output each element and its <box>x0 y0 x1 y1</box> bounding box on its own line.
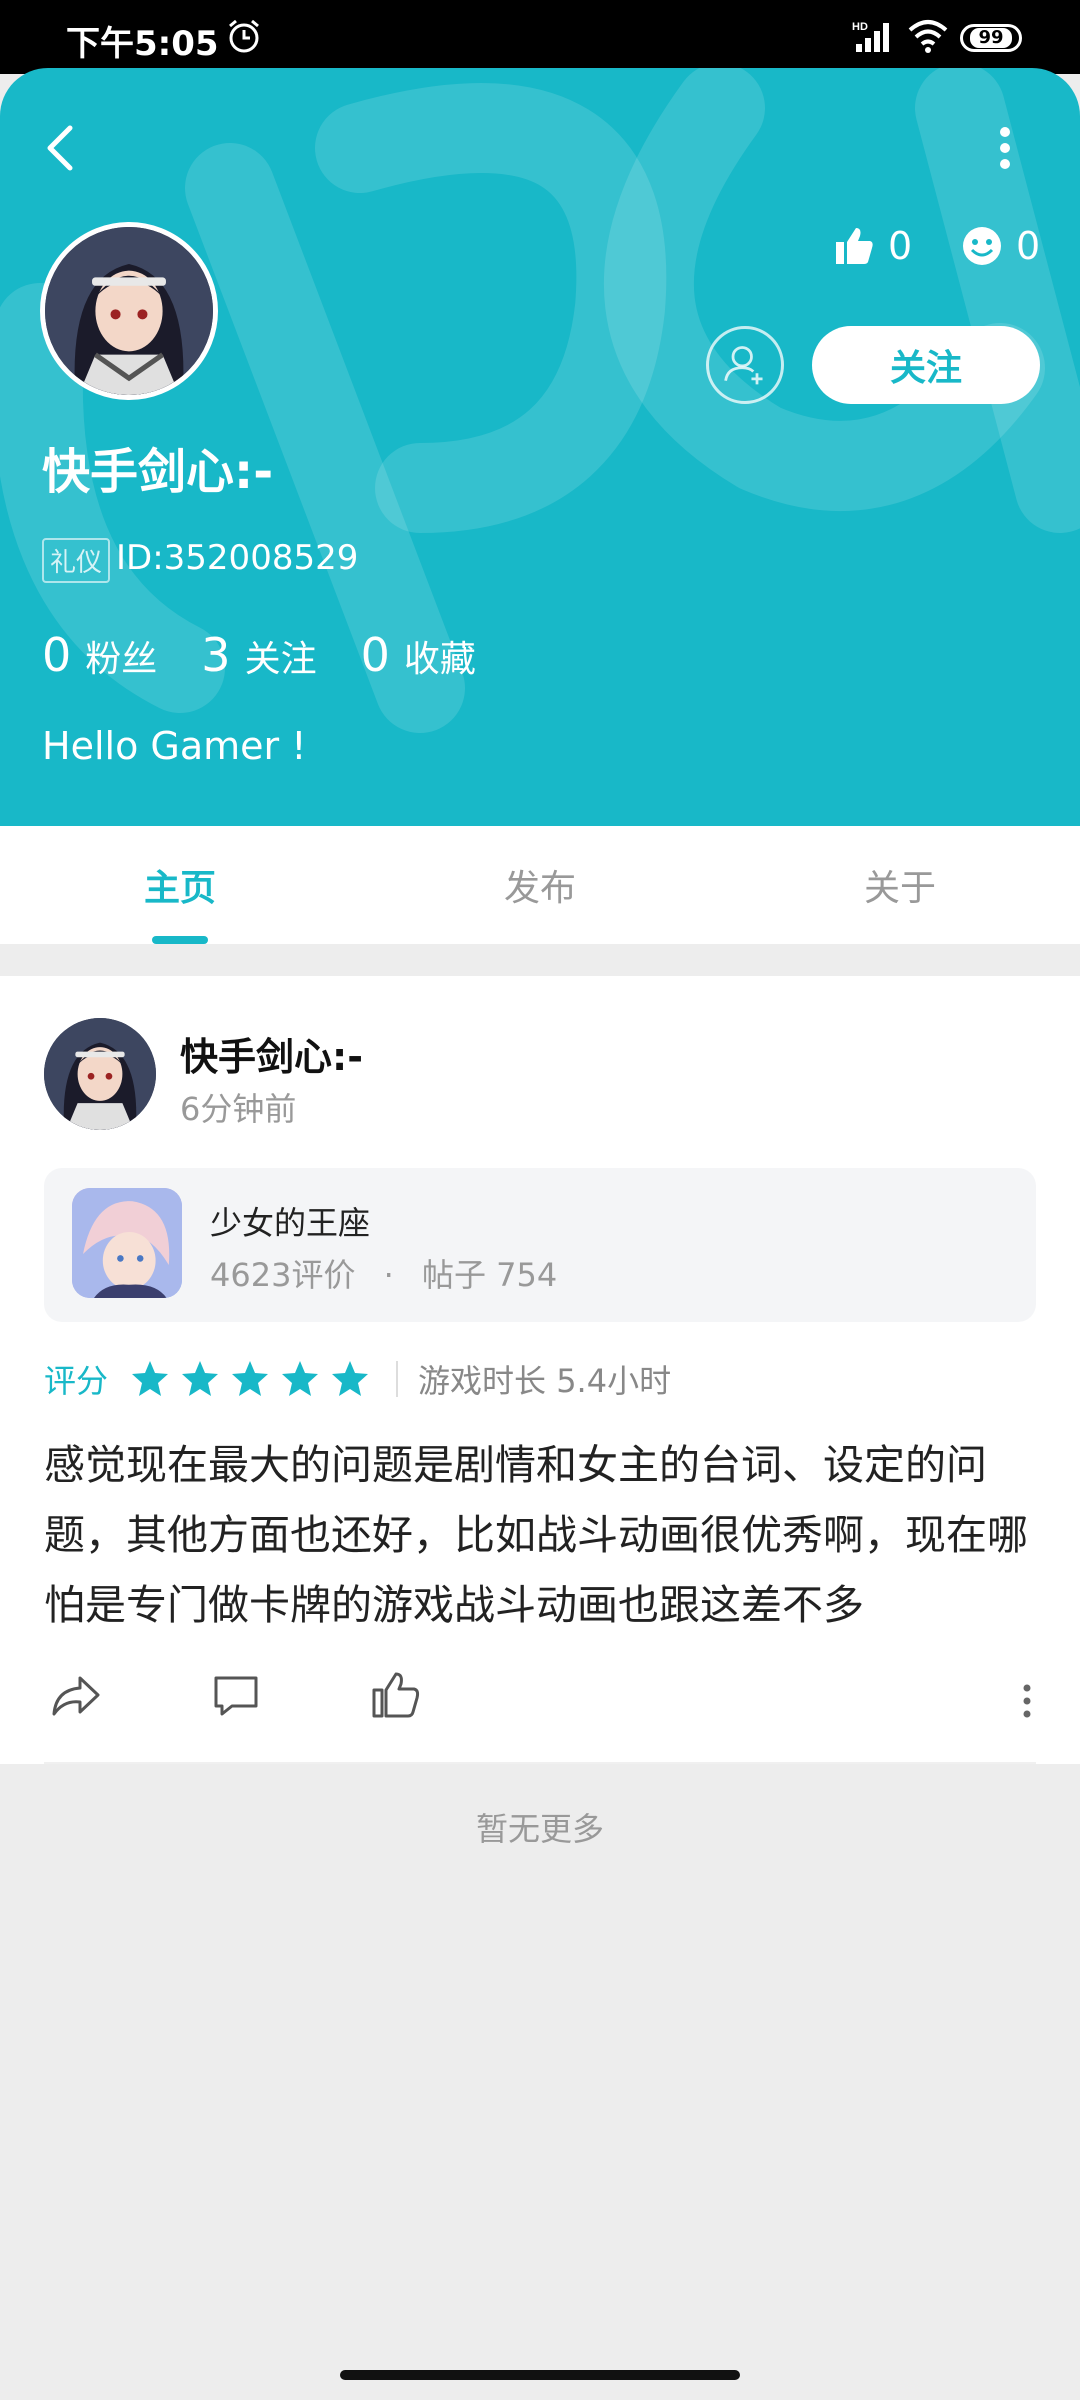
avatar-image <box>45 227 213 395</box>
signal-icon: HD <box>852 21 889 52</box>
user-id: ID:352008529 <box>116 538 359 578</box>
active-tab-indicator <box>152 936 208 944</box>
game-posts: 帖子 754 <box>421 1256 558 1294</box>
star-icon <box>132 1361 169 1396</box>
post-author-avatar[interactable] <box>44 1018 156 1130</box>
profile-tabs: 主页 发布 关于 <box>0 826 1080 944</box>
rating-row: 评分 游戏时长 5.4小时 <box>44 1356 671 1402</box>
game-card[interactable]: 少女的王座 4623评价 · 帖子 754 <box>44 1168 1036 1322</box>
play-time: 游戏时长 5.4小时 <box>418 1362 672 1400</box>
svg-text:HD: HD <box>852 21 868 33</box>
profile-header: 0 0 关注 快手剑心:- 礼仪 ID:352008529 0 粉丝 3 关注 … <box>0 68 1080 826</box>
rating-stars <box>130 1359 380 1399</box>
divider <box>396 1361 399 1397</box>
divider <box>44 1762 1036 1764</box>
game-meta: 4623评价 · 帖子 754 <box>210 1250 557 1296</box>
post-timestamp: 6分钟前 <box>180 1090 297 1128</box>
rating-label: 评分 <box>44 1362 109 1400</box>
no-more-text: 暂无更多 <box>475 1810 604 1848</box>
add-friend-icon[interactable] <box>706 326 784 404</box>
smiles-counter[interactable]: 0 <box>960 224 1040 268</box>
post-author-name[interactable]: 快手剑心:- <box>180 1026 363 1081</box>
like-icon[interactable] <box>368 1668 424 1724</box>
followers-label[interactable]: 粉丝 <box>85 630 157 682</box>
favorites-label[interactable]: 收藏 <box>404 630 476 682</box>
post-content[interactable]: 感觉现在最大的问题是剧情和女主的台词、设定的问题，其他方面也还好，比如战斗动画很… <box>44 1430 1040 1640</box>
share-icon[interactable] <box>48 1668 104 1724</box>
post-more-icon[interactable] <box>1012 1676 1042 1726</box>
avatar[interactable] <box>40 222 218 400</box>
alarm-icon <box>229 19 259 53</box>
battery-level: 99 <box>970 28 1012 48</box>
favorites-count[interactable]: 0 <box>361 628 390 682</box>
badge-tag[interactable]: 礼仪 <box>42 538 111 583</box>
game-icon <box>72 1188 182 1298</box>
status-bar: 下午5:05 HD 99 <box>0 0 1080 74</box>
game-reviews: 4623评价 <box>210 1256 356 1294</box>
likes-count: 0 <box>888 224 913 268</box>
tab-about[interactable]: 关于 <box>720 826 1080 944</box>
likes-counter[interactable]: 0 <box>832 224 912 268</box>
thumbs-up-icon <box>836 228 873 264</box>
home-indicator[interactable] <box>340 2370 740 2380</box>
post-card[interactable]: 快手剑心:- 6分钟前 少女的王座 4623评价 · 帖子 754 评分 游戏时… <box>0 976 1080 1764</box>
more-vertical-icon[interactable] <box>990 118 1020 178</box>
game-cover-image <box>72 1188 182 1298</box>
game-name: 少女的王座 <box>210 1204 371 1242</box>
profile-bio: Hello Gamer ! <box>42 724 307 768</box>
status-time: 下午5:05 <box>66 24 219 64</box>
wifi-icon <box>908 20 948 53</box>
smile-icon <box>963 227 1001 265</box>
star-icon <box>282 1361 319 1396</box>
tab-posts[interactable]: 发布 <box>360 826 720 944</box>
followers-count[interactable]: 0 <box>42 628 71 682</box>
follow-button[interactable]: 关注 <box>812 326 1040 404</box>
meta-dot: · <box>383 1256 394 1294</box>
star-icon <box>332 1361 369 1396</box>
tab-home[interactable]: 主页 <box>0 826 360 944</box>
following-label[interactable]: 关注 <box>245 630 317 682</box>
back-icon[interactable] <box>36 118 86 178</box>
star-icon <box>182 1361 219 1396</box>
avatar-image <box>44 1018 156 1130</box>
following-count[interactable]: 3 <box>201 628 230 682</box>
smiles-count: 0 <box>1016 224 1041 268</box>
comment-icon[interactable] <box>208 1668 264 1724</box>
battery-icon: 99 <box>960 24 1022 52</box>
profile-username: 快手剑心:- <box>42 444 274 500</box>
profile-stats: 0 粉丝 3 关注 0 收藏 <box>42 628 520 682</box>
star-icon <box>232 1361 269 1396</box>
